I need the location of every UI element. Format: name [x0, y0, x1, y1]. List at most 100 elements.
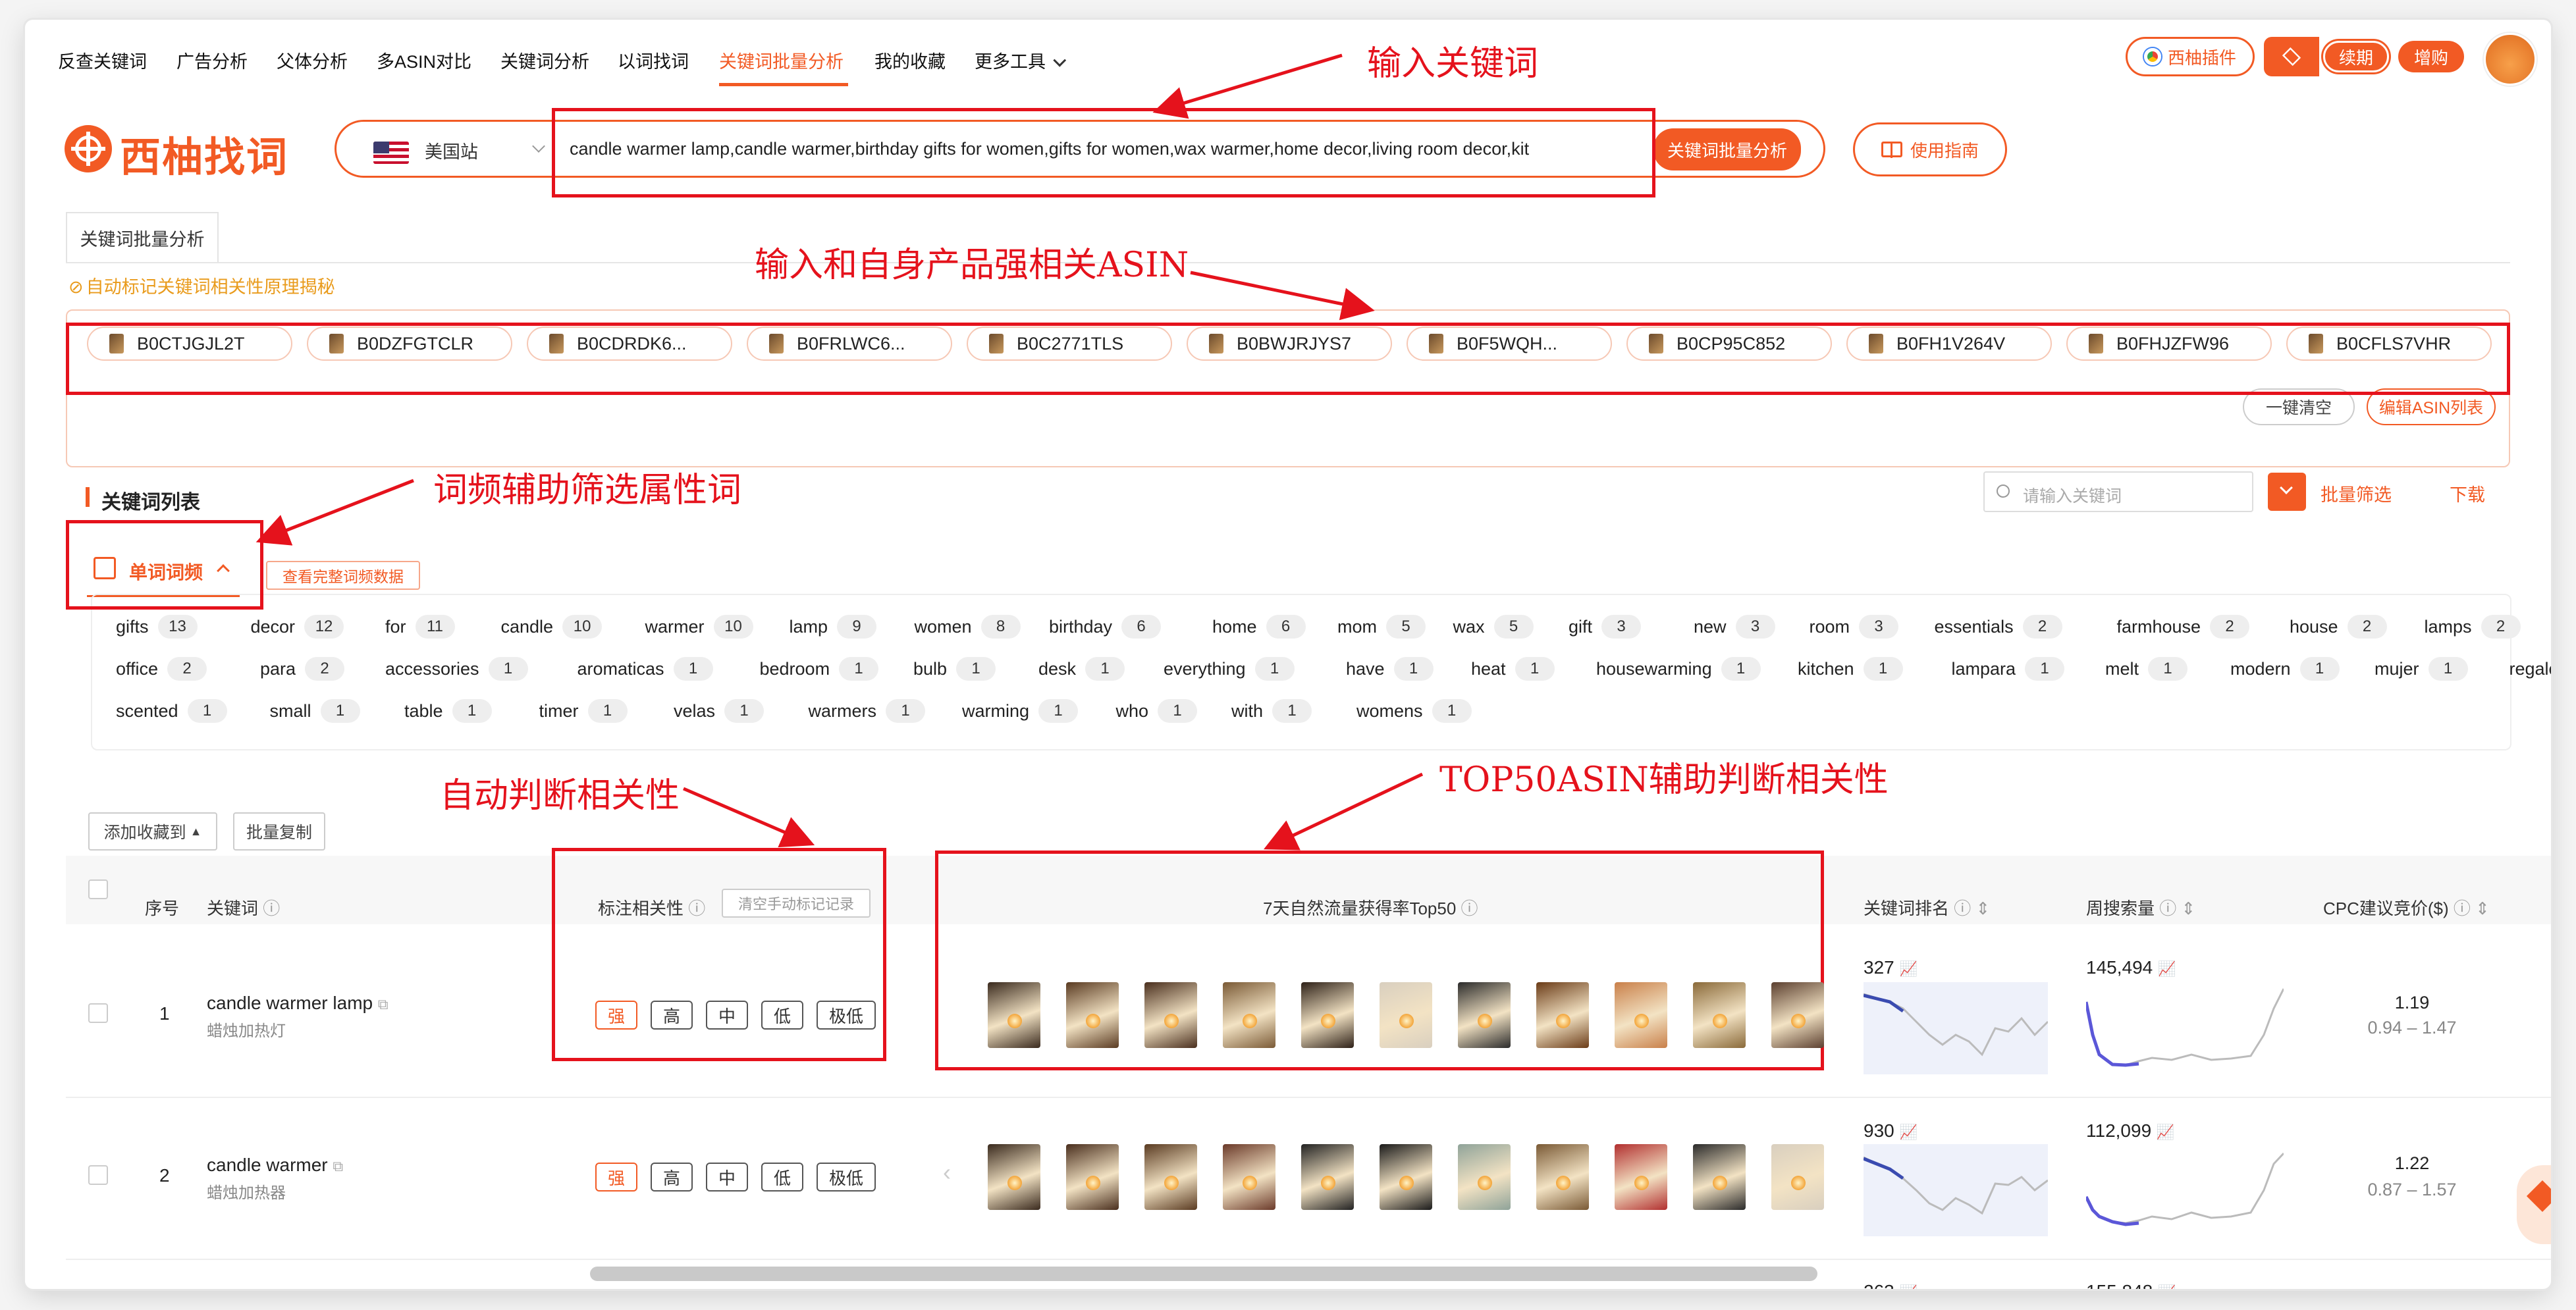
app-window: 反查关键词 广告分析 父体分析 多ASIN对比 关键词分析 以词找词 关键词批量…	[25, 20, 2551, 1289]
word-freq-item[interactable]: lamp 9	[790, 615, 877, 639]
top50-product-image[interactable]	[1536, 1144, 1589, 1210]
word-freq-item[interactable]: warmers 1	[809, 699, 926, 723]
word-freq-item[interactable]: modern 1	[2230, 657, 2340, 681]
top50-product-image[interactable]	[1615, 1144, 1667, 1210]
word-count-badge: 1	[1038, 699, 1079, 723]
word-freq-item[interactable]: farmhouse 2	[2117, 615, 2250, 639]
word-count-badge: 6	[1121, 615, 1162, 639]
word-freq-item[interactable]: candle 10	[501, 615, 603, 639]
word-count-badge: 1	[2148, 657, 2188, 681]
top50-product-image[interactable]	[1771, 1144, 1824, 1210]
word-count-badge: 10	[562, 615, 603, 639]
word-freq-item[interactable]: gift 3	[1569, 615, 1642, 639]
word-freq-item[interactable]: have 1	[1346, 657, 1434, 681]
word-freq-item[interactable]: lampara 1	[1952, 657, 2065, 681]
top50-product-image[interactable]	[1536, 982, 1589, 1048]
word-freq-item[interactable]: decor 12	[251, 615, 344, 639]
top50-product-image[interactable]	[1693, 982, 1746, 1048]
word-freq-item[interactable]: for 11	[385, 615, 455, 639]
word-count-badge: 1	[1515, 657, 1555, 681]
word-freq-item[interactable]: melt 1	[2105, 657, 2188, 681]
top50-product-image[interactable]	[1458, 1144, 1511, 1210]
word-count-badge: 1	[1254, 657, 1295, 681]
top50-product-image[interactable]	[1223, 982, 1275, 1048]
top50-product-image[interactable]	[1066, 1144, 1119, 1210]
top50-product-image[interactable]	[1301, 1144, 1354, 1210]
top50-product-image[interactable]	[1771, 982, 1824, 1048]
word-count-badge: 1	[956, 657, 996, 681]
word-count-badge: 1	[2428, 657, 2468, 681]
word-count-badge: 1	[187, 699, 227, 723]
word-freq-item[interactable]: kitchen 1	[1798, 657, 1903, 681]
word-freq-item[interactable]: mujer 1	[2375, 657, 2468, 681]
word-freq-item[interactable]: para 2	[260, 657, 345, 681]
top50-product-image[interactable]	[1223, 1144, 1275, 1210]
top50-product-image[interactable]	[1380, 1144, 1432, 1210]
word-freq-item[interactable]: regalos1	[2509, 657, 2552, 681]
word-freq-item[interactable]: who 1	[1116, 699, 1198, 723]
word-freq-item[interactable]: desk 1	[1038, 657, 1125, 681]
word-count-badge: 1	[1085, 657, 1125, 681]
word-freq-item[interactable]: scented 1	[116, 699, 227, 723]
word-freq-item[interactable]: everything 1	[1164, 657, 1295, 681]
top50-product-image[interactable]	[1301, 982, 1354, 1048]
word-count-badge: 1	[320, 699, 360, 723]
word-count-badge: 1	[488, 657, 528, 681]
top50-product-image[interactable]	[1066, 982, 1119, 1048]
word-freq-item[interactable]: small 1	[270, 699, 360, 723]
word-count-badge: 1	[724, 699, 765, 723]
word-freq-item[interactable]: womens 1	[1356, 699, 1472, 723]
top50-product-image[interactable]	[1615, 982, 1667, 1048]
top50-product-image[interactable]	[1693, 1144, 1746, 1210]
word-count-badge: 13	[157, 615, 198, 639]
word-freq-item[interactable]: accessories 1	[385, 657, 528, 681]
word-freq-item[interactable]: house 2	[2290, 615, 2387, 639]
top50-product-image[interactable]	[1458, 982, 1511, 1048]
word-freq-item[interactable]: with 1	[1231, 699, 1312, 723]
word-count-badge: 2	[167, 657, 207, 681]
word-freq-item[interactable]: gifts 13	[116, 615, 198, 639]
word-freq-item[interactable]: new 3	[1694, 615, 1775, 639]
word-count-badge: 10	[713, 615, 753, 639]
top50-product-image[interactable]	[1144, 1144, 1197, 1210]
word-freq-item[interactable]: warmer 10	[645, 615, 753, 639]
word-count-badge: 1	[1432, 699, 1472, 723]
word-freq-item[interactable]: bedroom 1	[760, 657, 879, 681]
word-count-badge: 1	[2299, 657, 2340, 681]
word-freq-item[interactable]: wax 5	[1453, 615, 1534, 639]
word-count-badge: 3	[1601, 615, 1642, 639]
word-freq-item[interactable]: mom 5	[1337, 615, 1426, 639]
top50-product-image[interactable]	[1380, 982, 1432, 1048]
word-count-badge: 9	[837, 615, 877, 639]
word-count-badge: 12	[304, 615, 344, 639]
word-freq-item[interactable]: women 8	[915, 615, 1021, 639]
word-freq-item[interactable]: warming 1	[962, 699, 1079, 723]
word-freq-item[interactable]: table 1	[404, 699, 492, 723]
word-freq-item[interactable]: velas 1	[674, 699, 765, 723]
word-count-badge: 3	[1859, 615, 1899, 639]
annotation-arrows	[255, 53, 1424, 851]
word-freq-item[interactable]: home 6	[1212, 615, 1306, 639]
word-count-badge: 2	[2481, 615, 2521, 639]
word-freq-item[interactable]: birthday 6	[1049, 615, 1162, 639]
word-count-badge: 3	[1735, 615, 1775, 639]
word-freq-item[interactable]: heat 1	[1471, 657, 1555, 681]
word-count-badge: 5	[1493, 615, 1534, 639]
word-freq-item[interactable]: room 3	[1810, 615, 1899, 639]
word-freq-item[interactable]: housewarming 1	[1596, 657, 1761, 681]
word-freq-item[interactable]: essentials 2	[1935, 615, 2062, 639]
word-freq-item[interactable]: bulb 1	[913, 657, 996, 681]
word-freq-item[interactable]: office 2	[116, 657, 207, 681]
word-count-badge: 1	[1272, 699, 1312, 723]
word-freq-item[interactable]: timer 1	[539, 699, 628, 723]
word-count-badge: 1	[1393, 657, 1434, 681]
top50-product-image[interactable]	[988, 1144, 1040, 1210]
word-count-badge: 1	[839, 657, 879, 681]
word-count-badge: 1	[587, 699, 628, 723]
top50-product-image[interactable]	[1144, 982, 1197, 1048]
word-count-badge: 8	[980, 615, 1021, 639]
top50-product-image[interactable]	[988, 982, 1040, 1048]
word-count-badge: 1	[452, 699, 492, 723]
word-freq-item[interactable]: lamps 2	[2425, 615, 2521, 639]
word-freq-item[interactable]: aromaticas 1	[577, 657, 713, 681]
